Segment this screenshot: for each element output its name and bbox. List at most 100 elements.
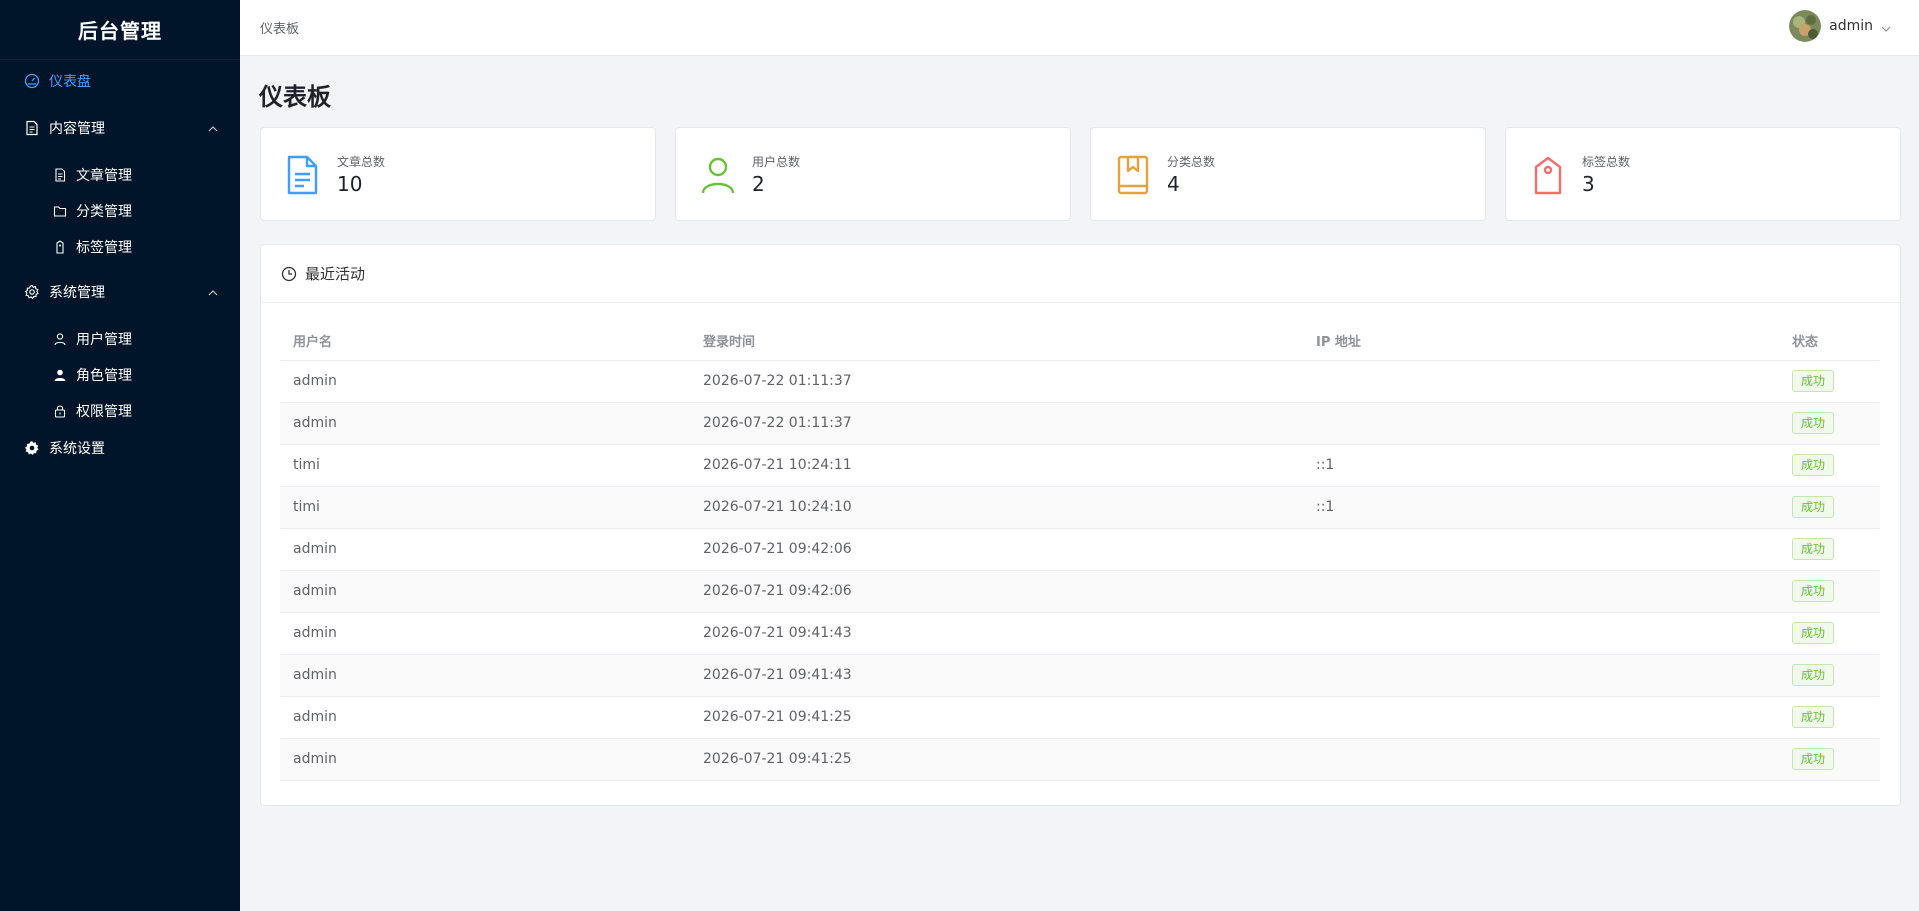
cell-username: admin bbox=[280, 612, 690, 655]
cell-username: admin bbox=[280, 654, 690, 697]
table-row: admin 2026-07-22 01:11:37 成功 bbox=[280, 402, 1880, 445]
table-row: admin 2026-07-21 09:41:25 成功 bbox=[280, 696, 1880, 739]
menu-item-categories[interactable]: 分类管理 bbox=[0, 193, 240, 229]
status-badge: 成功 bbox=[1792, 496, 1835, 518]
chevron-up-icon bbox=[208, 120, 218, 136]
user-dropdown[interactable]: admin bbox=[1789, 9, 1891, 43]
column-header[interactable]: 用户名 bbox=[280, 322, 690, 361]
menu-item-articles[interactable]: 文章管理 bbox=[0, 157, 240, 193]
stat-label: 用户总数 bbox=[752, 155, 801, 169]
menu-item-dashboard[interactable]: 仪表盘 bbox=[0, 61, 240, 101]
cell-username: admin bbox=[280, 570, 690, 613]
page-title: 仪表板 bbox=[259, 83, 331, 111]
cell-status: 成功 bbox=[1779, 528, 1880, 571]
menu-item-settings[interactable]: 系统设置 bbox=[0, 428, 240, 468]
cell-username: admin bbox=[280, 696, 690, 739]
status-badge: 成功 bbox=[1792, 370, 1835, 392]
cell-username: admin bbox=[280, 360, 690, 403]
user-filled-icon bbox=[53, 368, 67, 382]
cell-ip bbox=[1303, 570, 1779, 613]
cell-status: 成功 bbox=[1779, 444, 1880, 487]
cell-status: 成功 bbox=[1779, 612, 1880, 655]
cell-status: 成功 bbox=[1779, 402, 1880, 445]
stat-label: 分类总数 bbox=[1167, 155, 1216, 169]
status-badge: 成功 bbox=[1792, 706, 1835, 728]
cell-ip bbox=[1303, 654, 1779, 697]
app-logo: 后台管理 bbox=[0, 0, 240, 60]
cell-login-time: 2026-07-21 10:24:10 bbox=[690, 486, 1303, 529]
username[interactable]: admin bbox=[1829, 18, 1873, 34]
column-header[interactable]: 登录时间 bbox=[690, 322, 1303, 361]
collection-icon bbox=[1115, 155, 1151, 195]
menu-item-tags[interactable]: 标签管理 bbox=[0, 229, 240, 265]
menu-item-label: 系统设置 bbox=[49, 441, 105, 457]
cell-ip bbox=[1303, 696, 1779, 739]
menu-item-content[interactable]: 内容管理 bbox=[0, 108, 240, 148]
cell-status: 成功 bbox=[1779, 360, 1880, 403]
column-header[interactable]: 状态 bbox=[1779, 322, 1880, 361]
recent-activity-panel: 最近活动 用户名 登录时间 IP 地址 状态 admin 2026-07-22 0… bbox=[260, 244, 1901, 806]
top-header: 仪表板 admin bbox=[240, 0, 1919, 56]
cell-ip bbox=[1303, 360, 1779, 403]
activity-table: 用户名 登录时间 IP 地址 状态 admin 2026-07-22 01:11:… bbox=[280, 322, 1880, 781]
menu-item-permissions[interactable]: 权限管理 bbox=[0, 393, 240, 429]
avatar[interactable] bbox=[1789, 10, 1822, 42]
menu-item-label: 系统管理 bbox=[49, 285, 105, 301]
table-row: timi 2026-07-21 10:24:11::1 成功 bbox=[280, 444, 1880, 487]
menu-item-system[interactable]: 系统管理 bbox=[0, 272, 240, 312]
cell-ip bbox=[1303, 738, 1779, 781]
panel-header: 最近活动 bbox=[261, 245, 1900, 303]
menu-item-label: 分类管理 bbox=[76, 204, 132, 220]
table-row: admin 2026-07-22 01:11:37 成功 bbox=[280, 360, 1880, 403]
cell-login-time: 2026-07-21 09:41:43 bbox=[690, 654, 1303, 697]
cell-login-time: 2026-07-22 01:11:37 bbox=[690, 402, 1303, 445]
table-row: admin 2026-07-21 09:42:06 成功 bbox=[280, 528, 1880, 571]
dashboard-icon bbox=[24, 73, 40, 89]
document-icon bbox=[285, 155, 321, 195]
cell-login-time: 2026-07-21 09:42:06 bbox=[690, 528, 1303, 571]
cell-ip bbox=[1303, 528, 1779, 571]
cell-login-time: 2026-07-21 09:41:25 bbox=[690, 696, 1303, 739]
menu-item-users[interactable]: 用户管理 bbox=[0, 321, 240, 357]
cell-ip: ::1 bbox=[1303, 444, 1779, 487]
cell-username: timi bbox=[280, 486, 690, 529]
clock-icon bbox=[281, 266, 297, 282]
cell-login-time: 2026-07-21 10:24:11 bbox=[690, 444, 1303, 487]
menu-item-label: 用户管理 bbox=[76, 332, 132, 348]
chevron-down-icon[interactable] bbox=[1881, 17, 1891, 36]
user-icon bbox=[700, 155, 736, 195]
cell-ip bbox=[1303, 612, 1779, 655]
tag-icon bbox=[53, 240, 67, 254]
cell-status: 成功 bbox=[1779, 738, 1880, 781]
stat-card-users: 用户总数 2 bbox=[675, 127, 1071, 221]
menu-item-label: 权限管理 bbox=[76, 404, 132, 420]
table-row: admin 2026-07-21 09:41:43 成功 bbox=[280, 612, 1880, 655]
column-header[interactable]: IP 地址 bbox=[1303, 322, 1779, 361]
stat-card-tags: 标签总数 3 bbox=[1505, 127, 1901, 221]
folder-icon bbox=[53, 204, 67, 218]
cell-status: 成功 bbox=[1779, 654, 1880, 697]
table-row: admin 2026-07-21 09:41:43 成功 bbox=[280, 654, 1880, 697]
menu-item-label: 文章管理 bbox=[76, 168, 132, 184]
chevron-up-icon bbox=[208, 284, 218, 300]
cell-username: admin bbox=[280, 402, 690, 445]
gear-icon bbox=[24, 284, 40, 300]
cell-login-time: 2026-07-22 01:11:37 bbox=[690, 360, 1303, 403]
cell-login-time: 2026-07-21 09:42:06 bbox=[690, 570, 1303, 613]
breadcrumb[interactable]: 仪表板 bbox=[260, 18, 299, 37]
menu-item-label: 角色管理 bbox=[76, 368, 132, 384]
table-row: admin 2026-07-21 09:42:06 成功 bbox=[280, 570, 1880, 613]
cell-username: admin bbox=[280, 738, 690, 781]
stat-label: 标签总数 bbox=[1582, 155, 1631, 169]
menu-item-label: 内容管理 bbox=[49, 121, 105, 137]
stat-card-categories: 分类总数 4 bbox=[1090, 127, 1486, 221]
setting-filled-icon bbox=[24, 440, 40, 456]
user-icon bbox=[53, 332, 67, 346]
cell-login-time: 2026-07-21 09:41:43 bbox=[690, 612, 1303, 655]
menu-item-label: 标签管理 bbox=[76, 240, 132, 256]
stat-value: 3 bbox=[1582, 172, 1595, 196]
table-header-row: 用户名 登录时间 IP 地址 状态 bbox=[280, 322, 1880, 361]
menu-item-roles[interactable]: 角色管理 bbox=[0, 357, 240, 393]
status-badge: 成功 bbox=[1792, 580, 1835, 602]
cell-ip: ::1 bbox=[1303, 486, 1779, 529]
